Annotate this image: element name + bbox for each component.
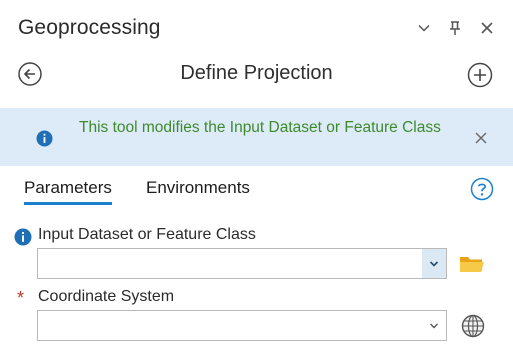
pin-icon[interactable] [443, 16, 467, 40]
globe-icon[interactable] [460, 313, 486, 339]
tab-environments[interactable]: Environments [146, 178, 250, 198]
pane-titlebar: Geoprocessing [0, 12, 513, 48]
tab-parameters[interactable]: Parameters [24, 178, 112, 205]
chevron-down-icon[interactable] [412, 16, 436, 40]
pane-title: Geoprocessing [18, 16, 161, 39]
tool-title: Define Projection [180, 62, 333, 84]
tab-bar: Parameters Environments [0, 172, 513, 208]
geoprocessing-pane: Geoprocessing Define Projection This too… [0, 0, 513, 350]
info-icon[interactable] [14, 228, 32, 246]
close-icon[interactable] [475, 16, 499, 40]
info-banner: This tool modifies the Input Dataset or … [0, 108, 513, 166]
add-circle-icon[interactable] [466, 61, 494, 89]
input-dataset-combobox[interactable] [37, 248, 447, 279]
chevron-down-icon[interactable] [422, 311, 446, 340]
help-icon[interactable] [470, 177, 494, 201]
param-label: Input Dataset or Feature Class [38, 226, 256, 243]
required-marker: * [17, 288, 25, 308]
chevron-down-icon[interactable] [422, 249, 446, 278]
tool-header: Define Projection [0, 56, 513, 96]
info-icon [36, 130, 53, 147]
back-arrow-icon[interactable] [17, 61, 43, 87]
banner-message: This tool modifies the Input Dataset or … [79, 119, 441, 136]
coordinate-system-combobox[interactable] [37, 310, 447, 341]
close-icon[interactable] [470, 127, 492, 149]
param-label: Coordinate System [38, 288, 175, 305]
folder-icon[interactable] [458, 253, 490, 277]
